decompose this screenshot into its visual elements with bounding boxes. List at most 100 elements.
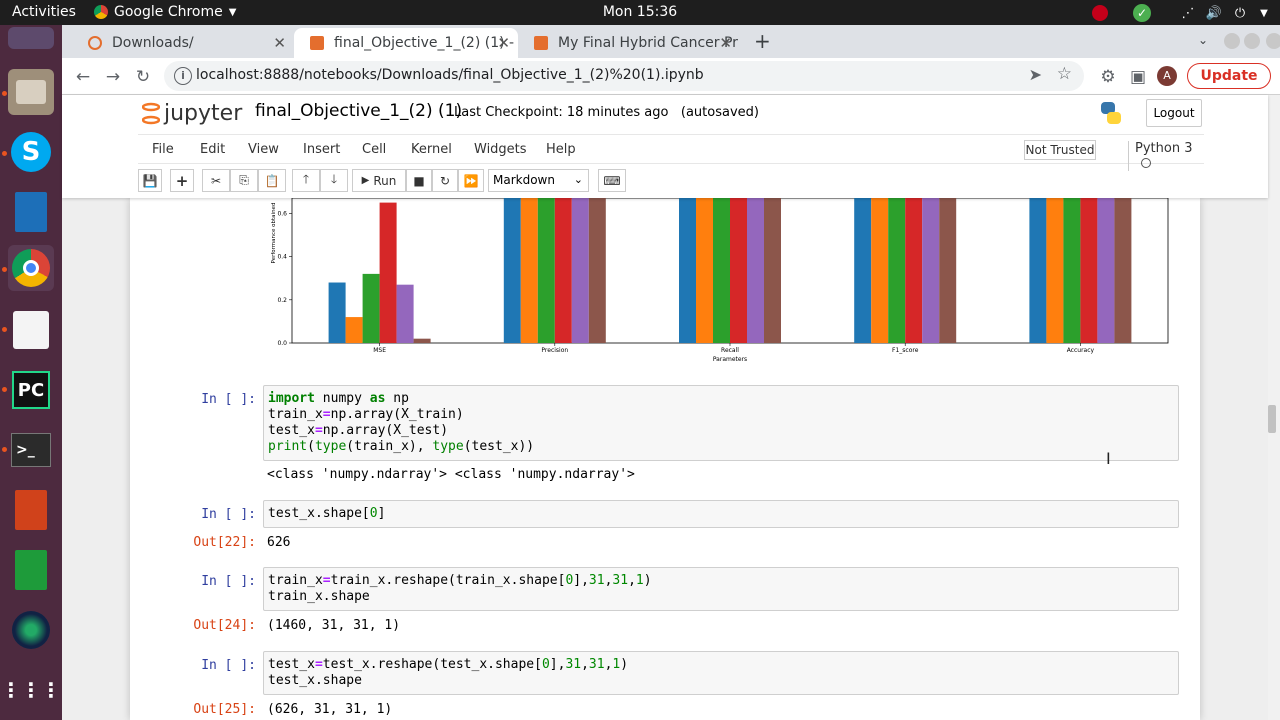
copy-icon[interactable]: ⎘ — [230, 169, 258, 192]
move-up-icon[interactable]: 🡑 — [292, 169, 320, 192]
menu-file[interactable]: File — [152, 142, 174, 157]
extensions-icon[interactable]: ⚙ — [1095, 64, 1121, 90]
x-tick-label: Accuracy — [1067, 347, 1095, 354]
update-check-icon[interactable]: ✓ — [1132, 3, 1152, 23]
move-down-icon[interactable]: 🡓 — [320, 169, 348, 192]
cell-output: (626, 31, 31, 1) — [267, 702, 393, 717]
show-apps-icon[interactable]: ⋮⋮⋮ — [1, 667, 61, 713]
paste-icon[interactable]: 📋 — [258, 169, 286, 192]
code-input[interactable]: test_x.shape[0] — [263, 500, 1179, 528]
jupyter-logo[interactable]: jupyter — [142, 99, 242, 127]
app-menu[interactable]: Google Chrome ▼ — [94, 4, 236, 20]
bar — [379, 202, 397, 343]
menu-cell[interactable]: Cell — [362, 142, 386, 157]
logout-button[interactable]: Logout — [1146, 99, 1202, 127]
power-icon[interactable]: ⏻ — [1230, 3, 1250, 23]
clock[interactable]: Mon 15:36 — [603, 4, 677, 20]
menu-insert[interactable]: Insert — [303, 142, 340, 157]
bar — [571, 198, 589, 343]
libreoffice-calc-icon[interactable] — [8, 547, 54, 593]
x-tick-label: MSE — [373, 347, 386, 354]
volume-icon[interactable]: 🔊 — [1204, 3, 1224, 23]
dock-files-icon[interactable] — [8, 69, 54, 115]
profile-avatar[interactable]: A — [1157, 66, 1177, 86]
evince-icon[interactable] — [8, 307, 54, 353]
bar — [345, 317, 363, 343]
tab-title: My Final Hybrid Cancer Pr — [558, 35, 738, 51]
close-icon[interactable]: ✕ — [719, 34, 732, 52]
dock-app-files-icon[interactable] — [8, 27, 54, 49]
code-input[interactable]: import numpy as np train_x=np.array(X_tr… — [263, 385, 1179, 461]
more-menu-icon[interactable]: ⋮ — [1272, 64, 1280, 90]
libreoffice-writer-icon[interactable] — [8, 189, 54, 235]
code-input[interactable]: test_x=test_x.reshape(test_x.shape[0],31… — [263, 651, 1179, 695]
reload-icon[interactable]: ↻ — [130, 64, 156, 90]
site-info-icon[interactable]: i — [174, 67, 192, 85]
scrollbar-thumb[interactable] — [1268, 405, 1276, 433]
menu-widgets[interactable]: Widgets — [474, 142, 527, 157]
y-tick-label: 0.6 — [277, 210, 287, 217]
interrupt-icon[interactable]: ■ — [406, 169, 432, 192]
minimize-icon[interactable] — [1224, 33, 1240, 49]
skype-icon[interactable]: S — [8, 129, 54, 175]
network-icon[interactable]: ⋰ — [1178, 3, 1198, 23]
pycharm-icon[interactable]: PC — [8, 367, 54, 413]
close-icon[interactable]: ✕ — [273, 34, 286, 52]
cell-type-select[interactable]: Markdown ⌄ — [488, 169, 589, 192]
record-icon[interactable] — [1090, 3, 1110, 23]
maximize-icon[interactable] — [1244, 33, 1260, 49]
kernel-idle-icon — [1141, 158, 1151, 168]
terminal-icon[interactable]: >_ — [8, 427, 54, 473]
activities-button[interactable]: Activities — [12, 4, 76, 20]
bookmark-star-icon[interactable]: ☆ — [1057, 64, 1072, 84]
running-indicator — [2, 151, 7, 156]
tab-hybrid-cancer[interactable]: My Final Hybrid Cancer Pr ✕ — [518, 28, 740, 58]
menu-view[interactable]: View — [248, 142, 279, 157]
kernel-indicator[interactable]: Python 3 — [1128, 141, 1204, 171]
fast-forward-icon[interactable]: ⏩ — [458, 169, 484, 192]
run-button[interactable]: ▶ Run — [352, 169, 406, 192]
close-icon[interactable]: ✕ — [497, 34, 510, 52]
x-tick-label: Precision — [541, 347, 568, 354]
chevron-down-icon: ▼ — [228, 6, 237, 18]
code-input[interactable]: train_x=train_x.reshape(train_x.shape[0]… — [263, 567, 1179, 611]
y-tick-label: 0.0 — [277, 340, 287, 347]
forward-icon[interactable]: → — [100, 64, 126, 90]
command-palette-icon[interactable]: ⌨ — [598, 169, 626, 192]
libreoffice-impress-icon[interactable] — [8, 487, 54, 533]
notebook-toolbar: 💾 + ✂ ⎘ 📋 🡑 🡓 ▶ Run ■ ↻ ⏩ Markdown ⌄ ⌨ — [138, 169, 1204, 195]
new-tab-icon[interactable]: + — [754, 29, 771, 53]
back-icon[interactable]: ← — [70, 64, 96, 90]
tab-search-icon[interactable]: ⌄ — [1198, 33, 1208, 47]
bar — [1063, 198, 1081, 343]
notebook-container: MSE Precision Recall F1_score Accuracy 0.0 0.2… — [130, 198, 1200, 720]
y-tick-label: 0.4 — [277, 254, 287, 261]
update-button[interactable]: Update — [1187, 63, 1271, 89]
menu-edit[interactable]: Edit — [200, 142, 225, 157]
chevron-down-icon[interactable]: ▼ — [1254, 3, 1274, 23]
tab-downloads[interactable]: Downloads/ ✕ — [72, 28, 294, 58]
insert-cell-icon[interactable]: + — [170, 169, 194, 192]
output-prompt: Out[22]: — [193, 535, 256, 550]
restart-icon[interactable]: ↻ — [432, 169, 458, 192]
address-bar[interactable]: i localhost:8888/notebooks/Downloads/fin… — [164, 61, 1084, 91]
running-indicator — [2, 327, 7, 332]
y-axis-label: Performance obtained — [271, 203, 277, 264]
bar — [503, 198, 521, 343]
menu-kernel[interactable]: Kernel — [411, 142, 452, 157]
notebook-name[interactable]: final_Objective_1_(2) (1) — [255, 101, 462, 121]
running-indicator — [2, 447, 7, 452]
jupyter-logo-text: jupyter — [164, 100, 243, 126]
browser-toolbar: ← → ↻ i localhost:8888/notebooks/Downloa… — [62, 58, 1280, 95]
close-window-icon[interactable] — [1266, 33, 1280, 49]
chrome-dock-icon[interactable] — [8, 245, 54, 291]
tab-notebook[interactable]: final_Objective_1_(2) (1) - ✕ — [294, 28, 518, 58]
menu-help[interactable]: Help — [546, 142, 576, 157]
cut-icon[interactable]: ✂ — [202, 169, 230, 192]
send-icon[interactable]: ➤ — [1029, 65, 1042, 84]
webcam-icon[interactable] — [8, 607, 54, 653]
y-tick-label: 0.2 — [277, 297, 287, 304]
side-panel-icon[interactable]: ▣ — [1125, 64, 1151, 90]
save-icon[interactable]: 💾 — [138, 169, 162, 192]
not-trusted-button[interactable]: Not Trusted — [1024, 140, 1096, 160]
